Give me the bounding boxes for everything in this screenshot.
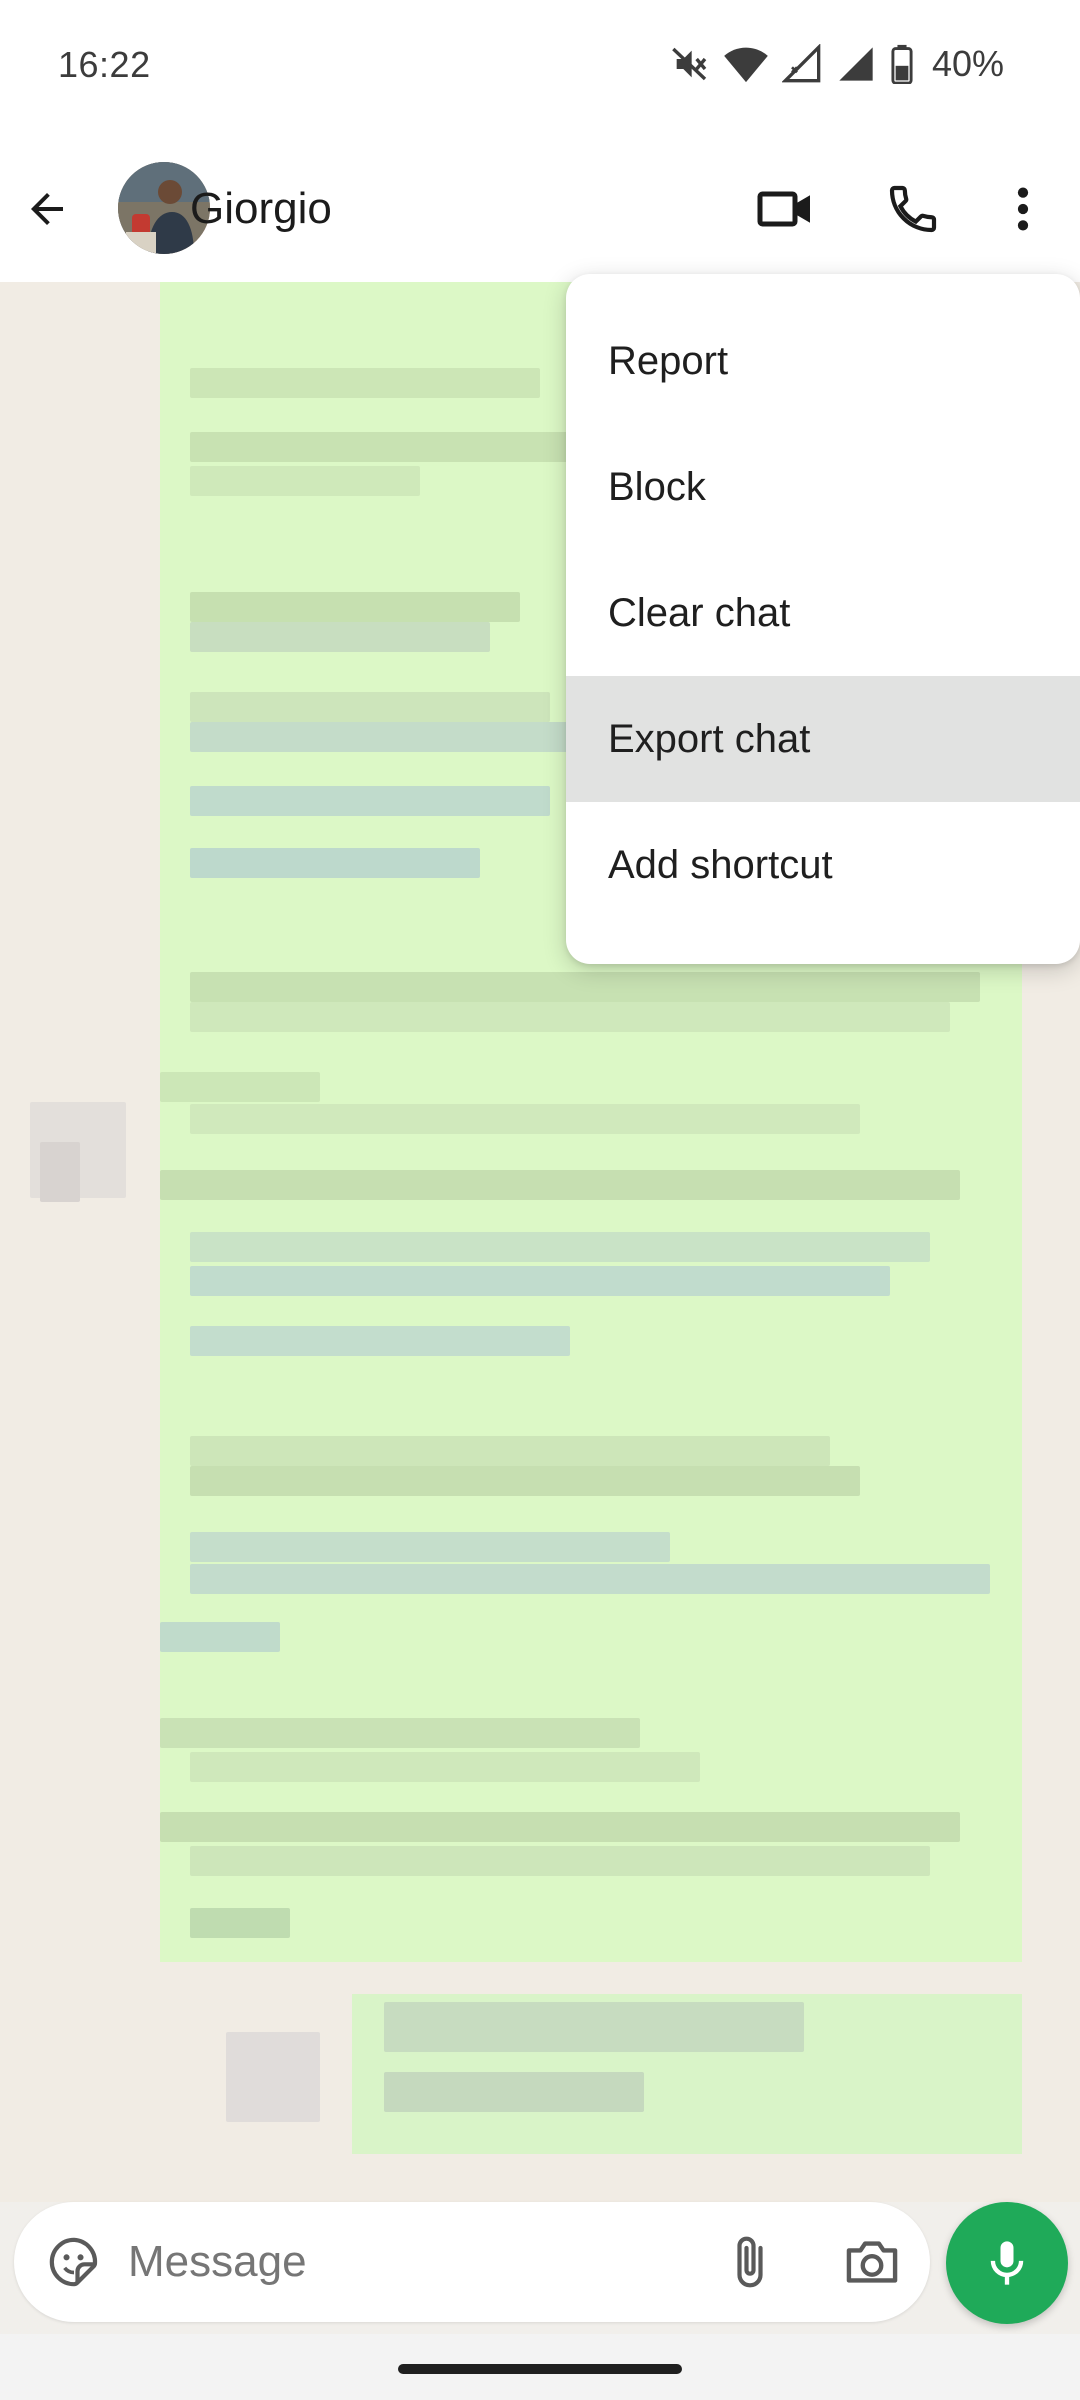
blurred-text: [160, 1718, 640, 1748]
blurred-text: [190, 432, 570, 462]
attach-button[interactable]: [714, 2226, 786, 2298]
menu-item-block[interactable]: Block: [566, 424, 1080, 550]
navigation-bar: [0, 2334, 1080, 2400]
menu-item-report[interactable]: Report: [566, 298, 1080, 424]
blurred-link: [190, 848, 480, 878]
blurred-link: [190, 722, 570, 752]
blurred-avatar-detail: [40, 1142, 80, 1202]
blurred-text: [190, 622, 490, 652]
screen: 16:22 40% Giorgio Report Block Clear cha…: [0, 0, 1080, 2400]
blurred-text: [160, 1072, 320, 1102]
blurred-avatar: [226, 2032, 320, 2122]
blurred-link: [190, 786, 550, 816]
blurred-text: [190, 1466, 860, 1496]
blurred-text: [190, 1002, 950, 1032]
voice-call-button[interactable]: [878, 174, 948, 244]
blurred-text: [190, 368, 540, 398]
signal-icon: [836, 44, 876, 84]
status-time: 16:22: [58, 44, 151, 85]
contact-name[interactable]: Giorgio: [190, 184, 332, 234]
blurred-text: [190, 592, 520, 622]
blurred-text: [160, 1170, 960, 1200]
wifi-icon: [724, 44, 768, 84]
microphone-icon: [990, 2241, 1024, 2285]
message-composer: [14, 2202, 930, 2322]
mute-icon: [670, 44, 710, 84]
blurred-text: [384, 2002, 804, 2052]
blurred-link: [160, 1622, 280, 1652]
blurred-text: [190, 1846, 930, 1876]
blurred-text: [190, 972, 980, 1002]
paperclip-icon: [737, 2236, 763, 2288]
blurred-text: [384, 2072, 644, 2112]
overflow-menu: Report Block Clear chat Export chat Add …: [566, 274, 1080, 964]
home-gesture-handle[interactable]: [398, 2364, 682, 2374]
menu-item-export-chat[interactable]: Export chat: [566, 676, 1080, 802]
back-button[interactable]: [14, 176, 80, 242]
menu-item-clear-chat[interactable]: Clear chat: [566, 550, 1080, 676]
voice-call-icon: [889, 185, 937, 233]
signal-x-icon: [781, 44, 822, 84]
blurred-text: [190, 1436, 830, 1466]
camera-button[interactable]: [834, 2226, 910, 2298]
blurred-link: [190, 1532, 670, 1562]
blurred-text: [190, 692, 550, 722]
more-vertical-icon: [1017, 187, 1029, 231]
message-input[interactable]: [126, 2232, 686, 2292]
sticker-icon: [49, 2237, 98, 2287]
blurred-link: [190, 1232, 930, 1262]
battery-percent: 40%: [931, 43, 1004, 84]
voice-message-button[interactable]: [946, 2202, 1068, 2324]
blurred-link: [190, 1266, 890, 1296]
camera-icon: [846, 2241, 898, 2283]
arrow-back-icon: [31, 193, 63, 225]
status-icons: 40%: [670, 43, 1004, 84]
blurred-link: [190, 1564, 990, 1594]
status-bar: 16:22 40%: [0, 0, 1080, 136]
chat-header: Giorgio: [0, 136, 1080, 282]
blurred-text: [190, 466, 420, 496]
blurred-text: [190, 1908, 290, 1938]
blurred-link: [190, 1326, 570, 1356]
video-call-icon: [757, 191, 810, 227]
video-call-button[interactable]: [750, 174, 820, 244]
sticker-button[interactable]: [38, 2226, 110, 2298]
battery-icon: [890, 44, 914, 84]
blurred-text: [190, 1104, 860, 1134]
blurred-text: [160, 1812, 960, 1842]
blurred-text: [190, 1752, 700, 1782]
menu-item-add-shortcut[interactable]: Add shortcut: [566, 802, 1080, 928]
more-options-button[interactable]: [988, 174, 1058, 244]
